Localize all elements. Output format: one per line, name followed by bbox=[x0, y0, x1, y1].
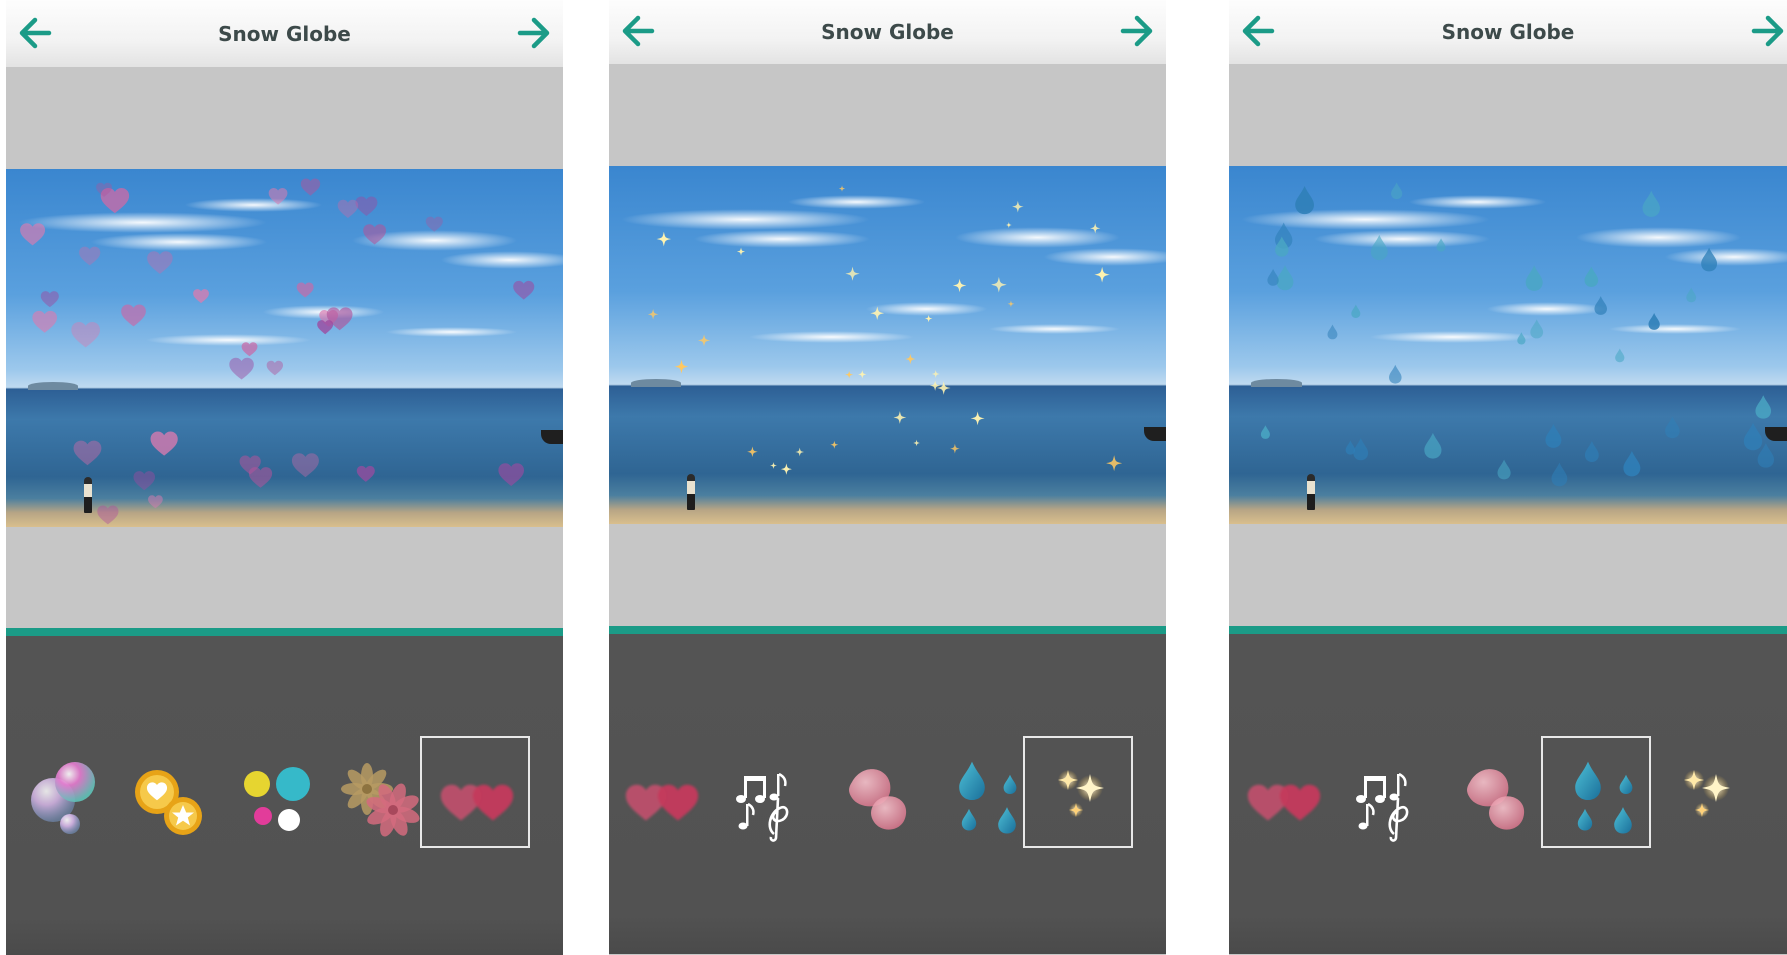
panel-divider bbox=[609, 626, 1166, 634]
top-bar: Snow Globe bbox=[1229, 0, 1787, 64]
effect-heart-star-badges-icon[interactable] bbox=[110, 736, 220, 848]
effect-overlay bbox=[1260, 182, 1775, 487]
back-arrow-icon[interactable] bbox=[12, 10, 58, 56]
effect-overlay bbox=[20, 178, 535, 525]
effects-panel bbox=[1229, 634, 1787, 954]
top-bar: Snow Globe bbox=[6, 0, 563, 67]
effect-water-drops-icon[interactable] bbox=[1541, 736, 1651, 848]
effect-overlay bbox=[647, 185, 1123, 475]
back-arrow-icon[interactable] bbox=[1235, 8, 1281, 54]
photo-preview bbox=[609, 166, 1166, 524]
back-arrow-icon[interactable] bbox=[615, 8, 661, 54]
photo-preview bbox=[6, 169, 563, 527]
effect-petals-icon[interactable] bbox=[1437, 736, 1547, 848]
effect-flowers-icon[interactable] bbox=[322, 736, 432, 848]
effect-petals-icon[interactable] bbox=[819, 736, 929, 848]
panel-divider bbox=[1229, 626, 1787, 634]
effect-colored-dots-icon[interactable] bbox=[216, 736, 326, 848]
effect-sparkles-icon[interactable] bbox=[1649, 736, 1759, 848]
photo-preview bbox=[1229, 166, 1787, 524]
screen-title: Snow Globe bbox=[1441, 20, 1575, 44]
effect-hearts-icon[interactable] bbox=[420, 736, 530, 848]
effects-strip bbox=[6, 736, 563, 848]
effect-bubbles-icon[interactable] bbox=[8, 736, 118, 848]
effect-hearts-icon[interactable] bbox=[1229, 736, 1337, 848]
next-arrow-icon[interactable] bbox=[1745, 8, 1787, 54]
effect-music-notes-icon[interactable] bbox=[1329, 736, 1439, 848]
effects-strip bbox=[609, 736, 1166, 848]
effects-panel bbox=[609, 634, 1166, 954]
top-bar: Snow Globe bbox=[609, 0, 1166, 64]
phone-screen-3: Snow Globe bbox=[1229, 0, 1787, 955]
next-arrow-icon[interactable] bbox=[1114, 8, 1160, 54]
panel-divider bbox=[6, 628, 563, 636]
effect-hearts-icon[interactable] bbox=[609, 736, 715, 848]
screen-title: Snow Globe bbox=[218, 21, 351, 46]
effect-sparkles-icon[interactable] bbox=[1023, 736, 1133, 848]
screen-title: Snow Globe bbox=[821, 20, 954, 44]
effect-water-drops-icon[interactable] bbox=[925, 736, 1035, 848]
effects-strip bbox=[1229, 736, 1787, 848]
phone-screen-1: Snow Globe bbox=[6, 0, 563, 955]
effects-panel bbox=[6, 636, 563, 955]
next-arrow-icon[interactable] bbox=[511, 10, 557, 56]
phone-screen-2: Snow Globe bbox=[609, 0, 1166, 955]
effect-music-notes-icon[interactable] bbox=[709, 736, 819, 848]
